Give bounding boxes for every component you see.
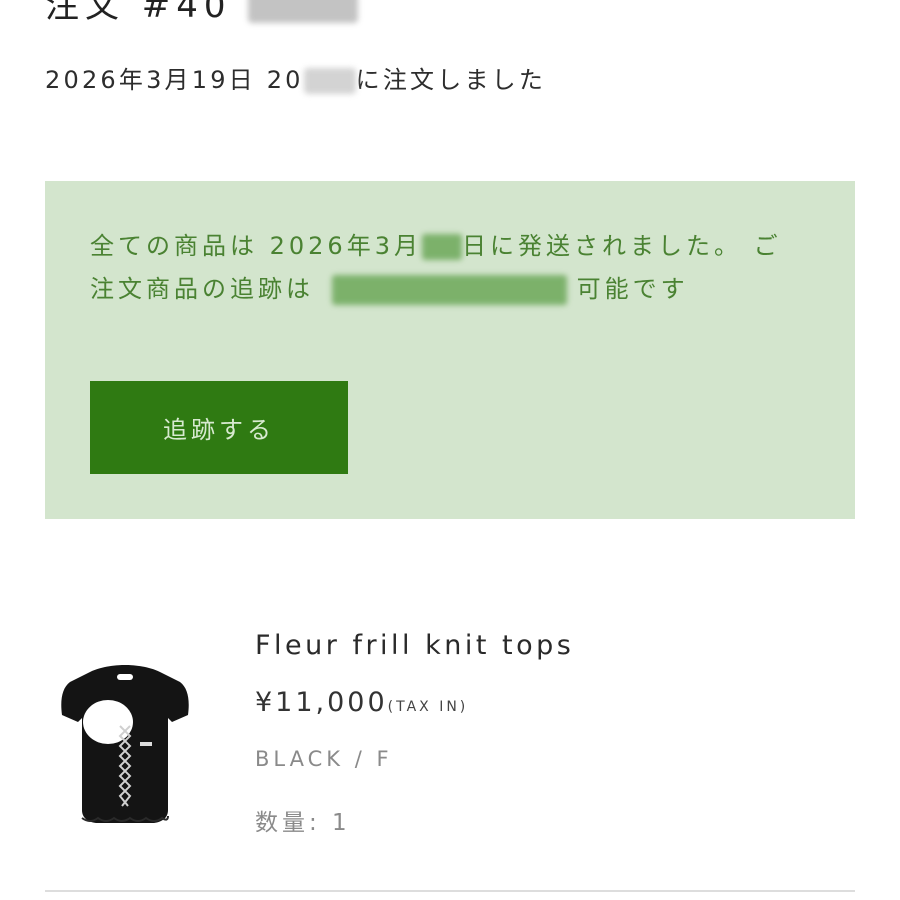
product-item: Fleur frill knit tops ¥11,000(TAX IN) BL…: [0, 620, 900, 860]
track-button[interactable]: 追跡する: [90, 381, 348, 474]
order-title-text: 注文 #40: [45, 0, 232, 26]
redacted-tracking-info: [331, 275, 567, 305]
notice-part-3: 可能です: [576, 275, 689, 303]
redacted-order-number: [248, 0, 359, 23]
price-row: ¥11,000(TAX IN): [255, 687, 468, 718]
shipping-notice-text: 全ての商品は 2026年3月 日に発送されました。 ご注文商品の追跡は 可能です: [90, 225, 790, 311]
product-price: ¥11,000: [255, 687, 388, 718]
product-name[interactable]: Fleur frill knit tops: [255, 630, 574, 661]
notice-part-1: 全ての商品は 2026年3月: [90, 232, 422, 260]
tax-note: (TAX IN): [387, 699, 469, 715]
order-date-suffix: に注文しました: [355, 66, 547, 94]
redacted-ship-day: [421, 234, 462, 260]
product-variant: BLACK / F: [255, 747, 393, 771]
track-button-label: 追跡する: [163, 416, 275, 444]
order-date: 2026年3月19日 20 に注文しました: [45, 60, 546, 95]
order-title: 注文 #40: [45, 0, 359, 27]
section-divider: [45, 890, 855, 892]
order-date-prefix: 2026年3月19日 20: [45, 66, 304, 94]
redacted-order-time: [303, 68, 356, 94]
tshirt-icon: [61, 665, 189, 823]
black-tshirt-image[interactable]: [50, 660, 200, 830]
product-quantity: 数量: 1: [255, 810, 351, 836]
order-detail-page: 注文 #40 2026年3月19日 20 に注文しました 全ての商品は 2026年…: [0, 0, 900, 900]
shipping-notice-panel: 全ての商品は 2026年3月 日に発送されました。 ご注文商品の追跡は 可能です …: [45, 181, 855, 519]
